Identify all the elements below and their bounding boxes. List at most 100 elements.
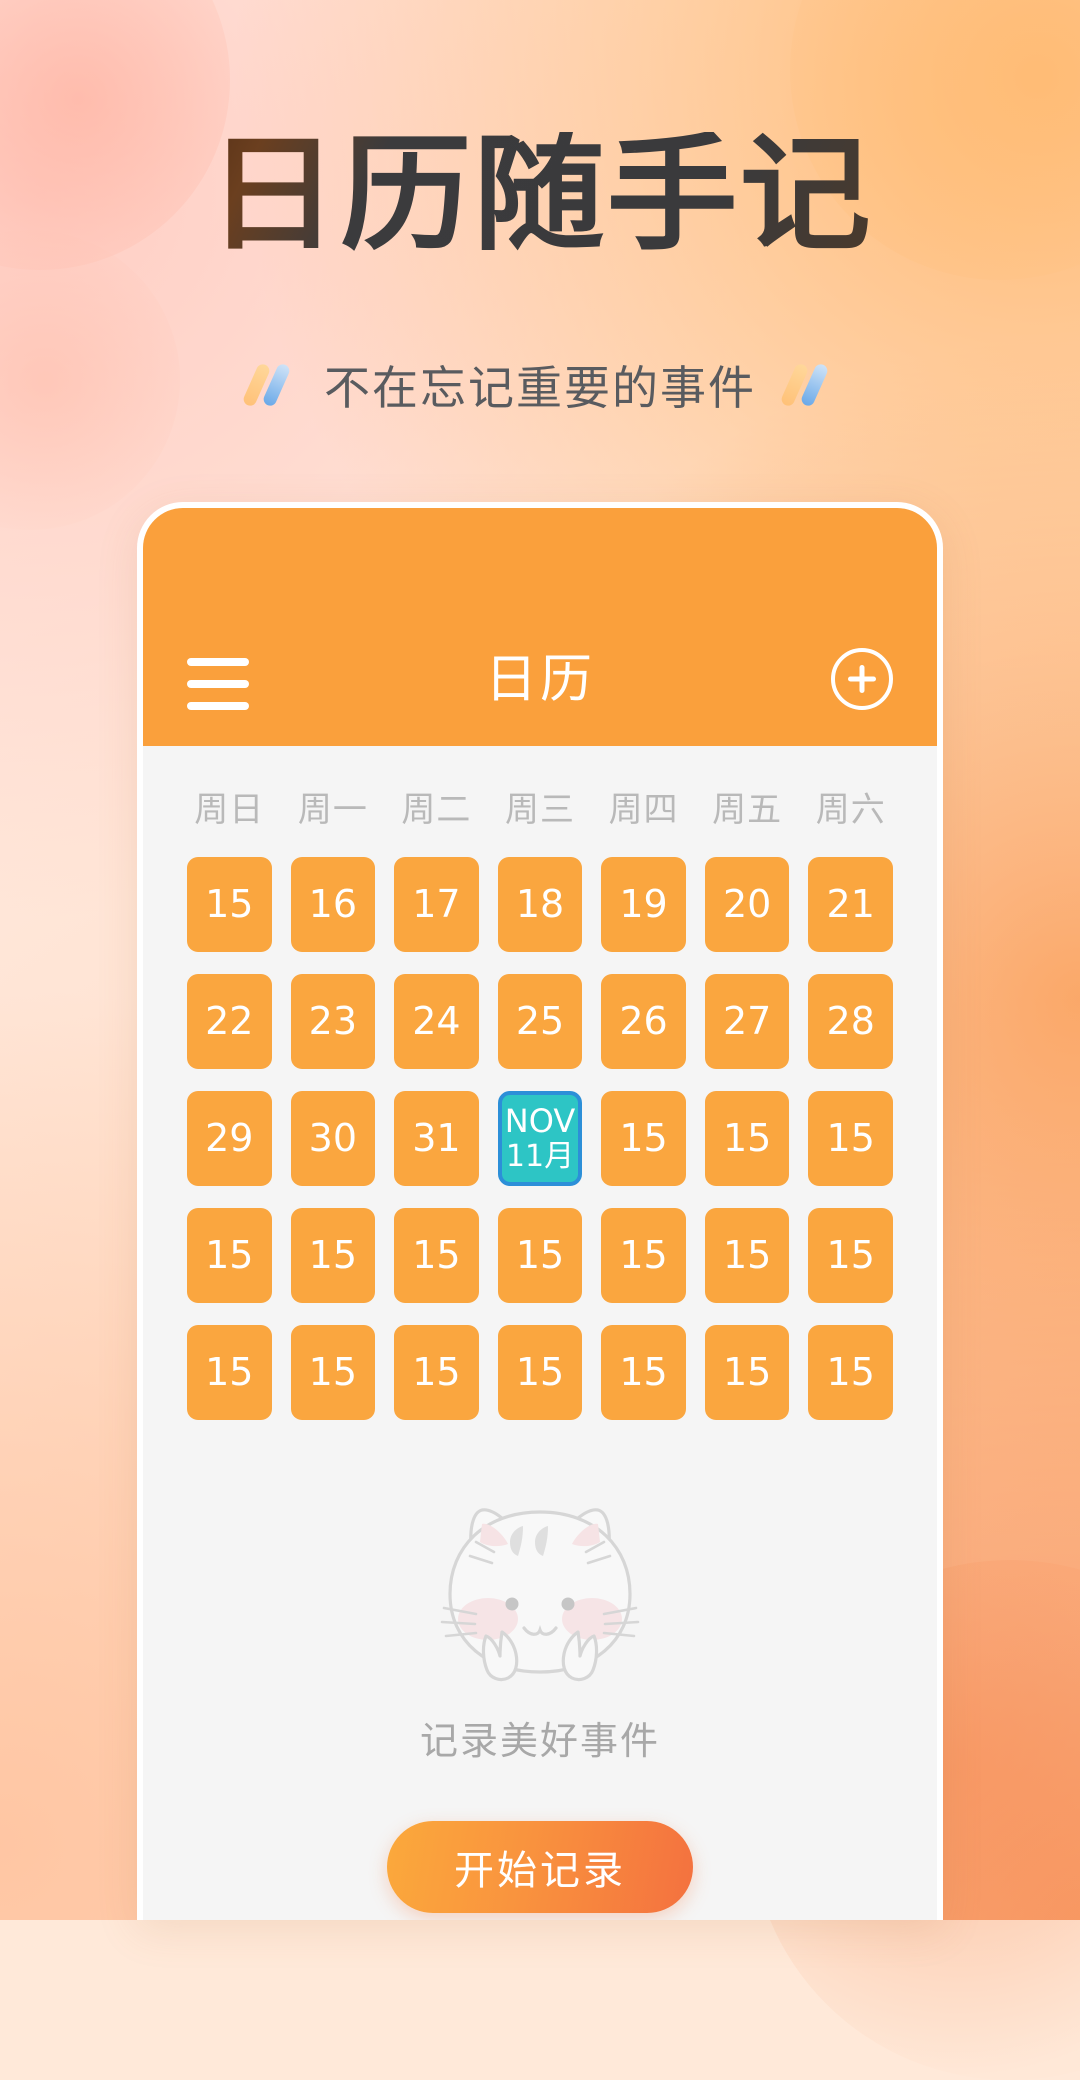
calendar-day-label: 15 [205, 881, 254, 926]
calendar-day-today[interactable]: NOV 11月 [497, 1091, 583, 1186]
app-title: 日历 [484, 650, 595, 710]
calendar-day[interactable]: 15 [808, 1325, 893, 1420]
calendar-day-label: 15 [826, 1115, 875, 1160]
calendar-day-label: 20 [722, 881, 772, 926]
calendar-day-label: 15 [205, 1349, 254, 1394]
calendar-day[interactable]: 15 [704, 1208, 790, 1303]
calendar-day[interactable]: 15 [601, 1208, 686, 1303]
weekday-label: 周三 [504, 790, 575, 830]
calendar-day-label: 29 [205, 1115, 254, 1160]
calendar-day-label: 24 [412, 998, 461, 1043]
calendar-day-label: 17 [412, 881, 461, 926]
cat-illustration [440, 1508, 640, 1682]
empty-state: 记录美好事件 [143, 1486, 937, 1765]
hero-title-wrap: 日历随手记 [0, 132, 1080, 258]
weekday-label: 周二 [401, 790, 472, 830]
calendar-day-label: 15 [515, 1349, 565, 1394]
calendar-day[interactable]: 22 [187, 974, 272, 1069]
calendar-day[interactable]: 15 [497, 1325, 583, 1420]
calendar-day[interactable]: 18 [497, 857, 583, 952]
calendar-day[interactable]: 15 [601, 1091, 686, 1186]
calendar-day[interactable]: 15 [704, 1091, 790, 1186]
calendar-day-label: 15 [619, 1349, 668, 1394]
calendar-day-label: 15 [826, 1349, 875, 1394]
calendar-week-row: 15 15 15 15 15 15 15 [187, 1325, 893, 1420]
calendar-day-label: 25 [515, 998, 565, 1043]
calendar-day-label: 15 [619, 1115, 668, 1160]
page-title: 日历随手记 [207, 121, 873, 268]
calendar-day-label: 15 [722, 1349, 772, 1394]
calendar-day[interactable]: 15 [601, 1325, 686, 1420]
calendar-day-label: 15 [308, 1349, 358, 1394]
calendar-weekday-row: 周日 周一 周二 周三 周四 周五 周六 [187, 782, 893, 831]
calendar-day[interactable]: 15 [394, 1325, 479, 1420]
calendar-day-label: 22 [205, 998, 254, 1043]
calendar-day[interactable]: 15 [394, 1208, 479, 1303]
calendar-day[interactable]: 24 [394, 974, 479, 1069]
calendar-day-label: 16 [308, 881, 358, 926]
calendar-day-sublabel: 11月 [505, 1138, 575, 1174]
calendar-week-row: 29 30 31 NOV 11月 15 15 15 [187, 1091, 893, 1186]
page-subtitle: 不在忘记重要的事件 [324, 361, 756, 415]
empty-state-text: 记录美好事件 [419, 1719, 660, 1763]
calendar-day[interactable]: 26 [601, 974, 686, 1069]
slash-decoration-right-icon [779, 361, 836, 409]
calendar-day[interactable]: 15 [187, 1325, 272, 1420]
calendar-day[interactable]: 17 [394, 857, 479, 952]
plus-circle-icon[interactable] [831, 648, 893, 710]
calendar-day[interactable]: 20 [704, 857, 790, 952]
calendar-day[interactable]: 15 [290, 1325, 376, 1420]
weekday-label: 周六 [815, 790, 886, 830]
calendar-day-label: 15 [826, 1232, 875, 1277]
calendar-day[interactable]: 15 [808, 1208, 893, 1303]
calendar-day-label: 31 [412, 1115, 461, 1160]
phone-mockup: 日历 周日 周一 周二 周三 周四 周五 周六 15 16 17 18 19 20 21 22… [137, 502, 943, 1920]
calendar-day-label: 18 [515, 881, 565, 926]
calendar-day[interactable]: 15 [704, 1325, 790, 1420]
calendar-day-label: 15 [722, 1115, 772, 1160]
calendar-day[interactable]: 15 [187, 1208, 272, 1303]
weekday-label: 周四 [608, 790, 679, 830]
calendar-day[interactable]: 27 [704, 974, 790, 1069]
calendar-day[interactable]: 19 [601, 857, 686, 952]
calendar-day-label: 15 [412, 1349, 461, 1394]
calendar-day-label: 23 [308, 998, 358, 1043]
calendar-day-label: 21 [826, 881, 875, 926]
calendar-week-row: 22 23 24 25 26 27 28 [187, 974, 893, 1069]
calendar-weeks: 15 16 17 18 19 20 21 22 23 24 25 26 27 28 29 30 31 NOV 11月… [187, 857, 893, 1420]
calendar-day[interactable]: 16 [290, 857, 376, 952]
app-header: 日历 [143, 508, 937, 746]
start-record-button[interactable]: 开始记录 [387, 1821, 693, 1913]
calendar-day-label: 19 [619, 881, 668, 926]
weekday-label: 周一 [297, 790, 368, 830]
calendar-day-label: 27 [722, 998, 772, 1043]
calendar-day[interactable]: 21 [808, 857, 893, 952]
slash-decoration-left-icon [241, 361, 298, 409]
calendar-day[interactable]: 15 [497, 1208, 583, 1303]
calendar-day[interactable]: 30 [290, 1091, 376, 1186]
calendar-day-label: 15 [412, 1232, 461, 1277]
calendar-day[interactable]: 31 [394, 1091, 479, 1186]
calendar-week-row: 15 16 17 18 19 20 21 [187, 857, 893, 952]
hero-subtitle-row: 不在忘记重要的事件 [0, 352, 1080, 418]
cta-wrap: 开始记录 [143, 1821, 937, 1913]
calendar-day-label: 15 [619, 1232, 668, 1277]
calendar-day[interactable]: 15 [808, 1091, 893, 1186]
calendar: 周日 周一 周二 周三 周四 周五 周六 15 16 17 18 19 20 21 22 23 2… [143, 746, 937, 1420]
calendar-day[interactable]: 23 [290, 974, 376, 1069]
calendar-day-label: 15 [722, 1232, 772, 1277]
calendar-day-label: 15 [515, 1232, 565, 1277]
weekday-label: 周日 [194, 790, 265, 830]
weekday-label: 周五 [712, 790, 783, 830]
calendar-day-label: 15 [205, 1232, 254, 1277]
calendar-day[interactable]: 29 [187, 1091, 272, 1186]
calendar-day-label: 30 [308, 1115, 358, 1160]
calendar-week-row: 15 15 15 15 15 15 15 [187, 1208, 893, 1303]
calendar-day[interactable]: 15 [290, 1208, 376, 1303]
calendar-day[interactable]: 28 [808, 974, 893, 1069]
calendar-day-label: 26 [619, 998, 668, 1043]
calendar-day[interactable]: 15 [187, 857, 272, 952]
calendar-day-label: 15 [308, 1232, 358, 1277]
calendar-day-label: 28 [826, 998, 875, 1043]
calendar-day[interactable]: 25 [497, 974, 583, 1069]
